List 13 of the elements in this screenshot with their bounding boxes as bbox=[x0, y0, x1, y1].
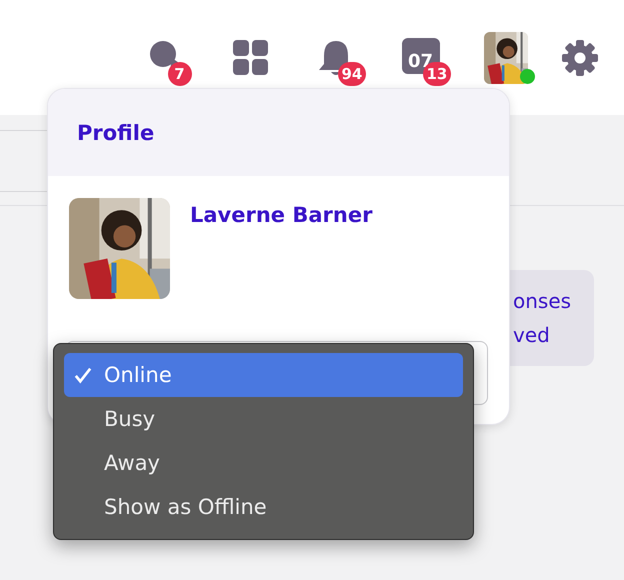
popover-title: Profile bbox=[77, 120, 154, 144]
count-badge: 7 bbox=[168, 62, 192, 86]
card-text: ved bbox=[513, 322, 550, 349]
menu-item[interactable]: Busy bbox=[64, 397, 463, 441]
menu-item[interactable]: Online bbox=[64, 353, 463, 397]
grid-icon[interactable] bbox=[230, 38, 270, 78]
user-name: Laverne Barner bbox=[190, 203, 372, 227]
card-text: onses bbox=[513, 288, 572, 315]
checkmark-icon bbox=[74, 366, 92, 384]
menu-item[interactable]: Show as Offline bbox=[64, 485, 463, 529]
menu-item[interactable]: Away bbox=[64, 441, 463, 485]
settings-icon[interactable] bbox=[560, 38, 600, 78]
count-badge: 94 bbox=[338, 62, 366, 86]
